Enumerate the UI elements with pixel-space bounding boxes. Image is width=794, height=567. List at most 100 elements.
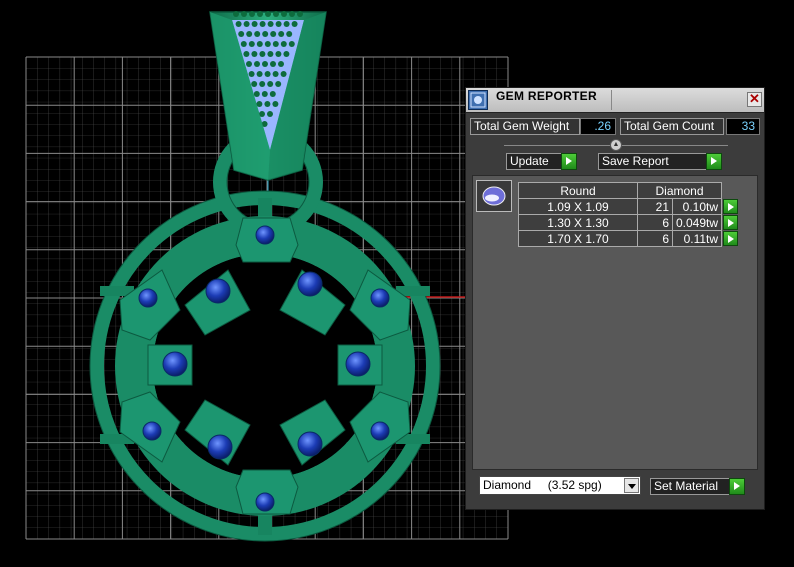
gem-list: Round Diamond 1.09 X 1.09 21 0.10tw 1.30…: [472, 175, 758, 470]
column-shape: Round: [518, 182, 638, 199]
save-report-go-icon[interactable]: [706, 153, 722, 170]
pave-prong: [297, 11, 303, 17]
gem-stone: [297, 431, 323, 457]
pave-prong: [259, 51, 266, 57]
gem-stone: [142, 421, 162, 441]
gem-reporter-icon: [468, 90, 488, 110]
pave-prong: [267, 111, 273, 117]
gem-stone: [138, 288, 158, 308]
pave-prong: [256, 71, 263, 77]
play-arrow-icon[interactable]: [723, 199, 739, 214]
pave-prong: [254, 61, 260, 67]
total-gem-weight-value: .26: [580, 118, 616, 135]
gem-stone: [207, 434, 233, 460]
pave-prong: [246, 31, 253, 37]
set-material-button[interactable]: Set Material: [650, 478, 730, 495]
pave-prong: [243, 51, 250, 57]
pave-prong: [272, 101, 279, 107]
pave-prong: [262, 31, 269, 37]
table-row[interactable]: 1.09 X 1.09 21 0.10tw: [518, 198, 739, 215]
play-arrow-icon[interactable]: [723, 215, 739, 230]
save-report-button[interactable]: Save Report: [598, 153, 708, 170]
gem-size: 1.30 X 1.30: [518, 214, 638, 231]
pave-prong: [251, 81, 258, 87]
row-go-cell: [722, 215, 739, 231]
gem-stone: [297, 271, 323, 297]
pave-prong: [272, 41, 279, 47]
panel-titlebar[interactable]: GEM REPORTER ✕: [466, 88, 764, 113]
pave-prong: [280, 71, 287, 77]
column-material: Diamond: [636, 182, 723, 199]
pave-prong: [278, 31, 285, 37]
gem-weight: 0.11tw: [671, 230, 723, 247]
pave-prong: [281, 11, 287, 17]
pave-prong: [264, 41, 271, 47]
pave-prong: [246, 61, 252, 67]
pave-prong: [283, 21, 290, 27]
pave-prong: [273, 11, 279, 17]
play-arrow-icon[interactable]: [723, 231, 739, 246]
pave-prong: [249, 11, 255, 17]
material-select-value: Diamond (3.52 spg): [483, 478, 602, 492]
pave-prong: [272, 71, 279, 77]
pave-prong: [253, 91, 260, 97]
gem-stone: [205, 278, 231, 304]
gem-weight: 0.049tw: [671, 214, 723, 231]
pave-prong: [267, 51, 274, 57]
pave-prong: [238, 31, 245, 37]
pave-prong: [243, 21, 250, 27]
splitter-handle[interactable]: ▲: [610, 139, 622, 151]
table-header-row: Round Diamond: [518, 182, 738, 199]
row-go-cell: [722, 231, 739, 247]
total-gem-count-label: Total Gem Count: [620, 118, 724, 135]
pave-prong: [235, 21, 242, 27]
gem-size: 1.09 X 1.09: [518, 198, 638, 215]
pave-prong: [251, 51, 258, 57]
pave-prong: [259, 81, 266, 87]
pave-prong: [254, 31, 261, 37]
pave-prong: [257, 11, 263, 17]
set-material-go-icon[interactable]: [729, 478, 745, 495]
gem-stone: [162, 351, 188, 377]
pave-prong: [264, 71, 271, 77]
pave-prong: [291, 21, 298, 27]
pave-prong: [288, 41, 295, 47]
gem-table: Round Diamond 1.09 X 1.09 21 0.10tw 1.30…: [518, 182, 739, 247]
total-gem-count-value: 33: [726, 118, 760, 135]
pave-prong: [270, 31, 277, 37]
table-row[interactable]: 1.30 X 1.30 6 0.049tw: [518, 214, 739, 231]
close-icon[interactable]: ✕: [747, 92, 762, 107]
pave-prong: [267, 21, 274, 27]
pave-prong: [256, 101, 263, 107]
gem-stone: [255, 225, 275, 245]
total-gem-weight-label: Total Gem Weight: [470, 118, 580, 135]
pave-prong: [241, 11, 247, 17]
pave-prong: [286, 31, 293, 37]
pave-prong: [289, 11, 295, 17]
gem-count: 6: [637, 230, 673, 247]
titlebar-divider: [611, 90, 612, 110]
gem-stone: [370, 288, 390, 308]
update-button[interactable]: Update: [506, 153, 562, 170]
gem-stone: [370, 421, 390, 441]
pave-prong: [278, 61, 284, 67]
update-go-icon[interactable]: [561, 153, 577, 170]
gem-count: 6: [637, 214, 673, 231]
round-gem-icon[interactable]: [476, 180, 512, 212]
pave-prong: [280, 41, 287, 47]
pave-prong: [283, 51, 290, 57]
gem-stone: [345, 351, 371, 377]
chevron-down-icon[interactable]: [624, 478, 639, 493]
panel-title: GEM REPORTER: [496, 89, 597, 103]
pave-prong: [248, 71, 255, 77]
pave-prong: [270, 61, 276, 67]
row-go-cell: [722, 199, 739, 215]
pave-prong: [251, 21, 258, 27]
gem-reporter-panel: GEM REPORTER ✕ Total Gem Weight .26 Tota…: [465, 87, 765, 510]
pave-prong: [264, 101, 271, 107]
material-select[interactable]: Diamond (3.52 spg): [479, 476, 641, 495]
pave-prong: [267, 81, 274, 87]
pave-prong: [240, 41, 247, 47]
pave-prong: [261, 91, 268, 97]
table-row[interactable]: 1.70 X 1.70 6 0.11tw: [518, 230, 739, 247]
